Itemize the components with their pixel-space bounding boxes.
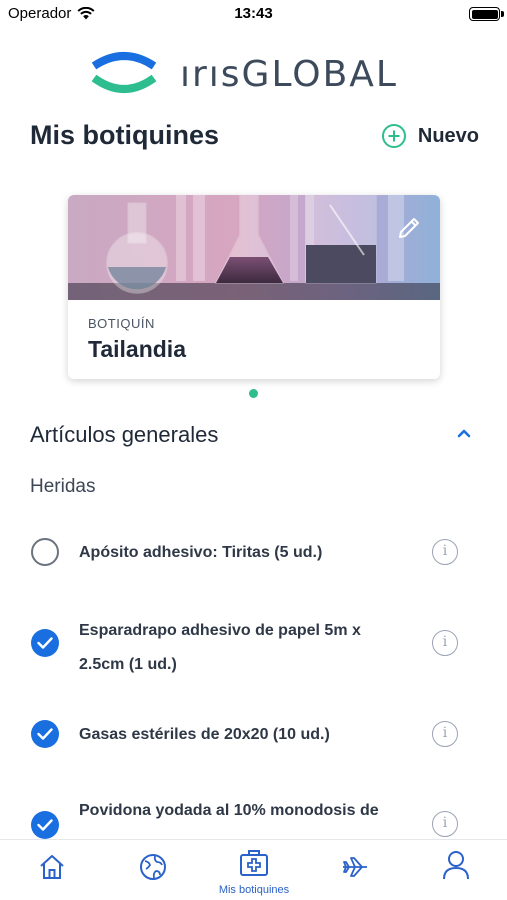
checkbox-checked-icon[interactable] [31,629,59,657]
checkbox-checked-icon[interactable] [31,811,59,839]
subsection-title: Heridas [30,476,96,497]
tab-mis-botiquines[interactable]: Mis botiquines [204,840,304,900]
info-icon[interactable]: i [432,721,458,747]
info-icon[interactable]: i [432,539,458,565]
tab-label: Mis botiquines [218,884,290,896]
airplane-icon [343,857,367,877]
checkbox-unchecked-icon[interactable] [31,538,59,566]
new-kit-button[interactable]: Nuevo [381,124,479,148]
plus-circle-icon [381,124,406,148]
first-aid-kit-icon [240,850,268,876]
checkbox-checked-icon[interactable] [31,720,59,748]
kit-name: Tailandia [88,336,186,362]
tab-profile[interactable] [406,840,506,900]
info-icon[interactable]: i [432,811,458,837]
home-icon [40,855,64,879]
new-kit-label: Nuevo [417,124,479,147]
kit-cover-image [68,195,440,300]
pencil-icon[interactable] [396,215,422,241]
item-label: Povidona yodada al 10% monodosis de [79,802,379,819]
logo-mark-icon [91,52,157,93]
chevron-up-icon[interactable] [457,428,471,438]
tab-home[interactable] [2,840,102,900]
list-item[interactable]: Povidona yodada al 10% monodosis de i [0,794,507,839]
tab-globe[interactable] [103,840,203,900]
item-label: Apósito adhesivo: Tiritas (5 ud.) [79,544,323,561]
page-title: Mis botiquines [30,120,219,150]
globe-icon [140,854,166,880]
battery-icon [469,7,504,21]
brand-logo: ırısGLOBAL [88,50,418,98]
info-icon[interactable]: i [432,630,458,656]
brand-wordmark: ırısGLOBAL [180,54,398,95]
item-label: Gasas estériles de 20x20 (10 ud.) [79,726,330,743]
user-icon [443,851,469,880]
item-label: Esparadrapo adhesivo de papel 5m x 2.5cm… [79,622,361,673]
kit-card[interactable]: BOTIQUÍN Tailandia [68,195,440,379]
section-title: Artículos generales [30,422,219,447]
tab-bar: Mis botiquines [0,839,507,900]
carousel-page-indicator [249,389,258,398]
tab-travel[interactable] [305,840,405,900]
status-bar: Operador 13:43 [0,0,507,28]
status-time: 13:43 [234,5,273,22]
kit-caption: BOTIQUÍN [88,316,155,331]
